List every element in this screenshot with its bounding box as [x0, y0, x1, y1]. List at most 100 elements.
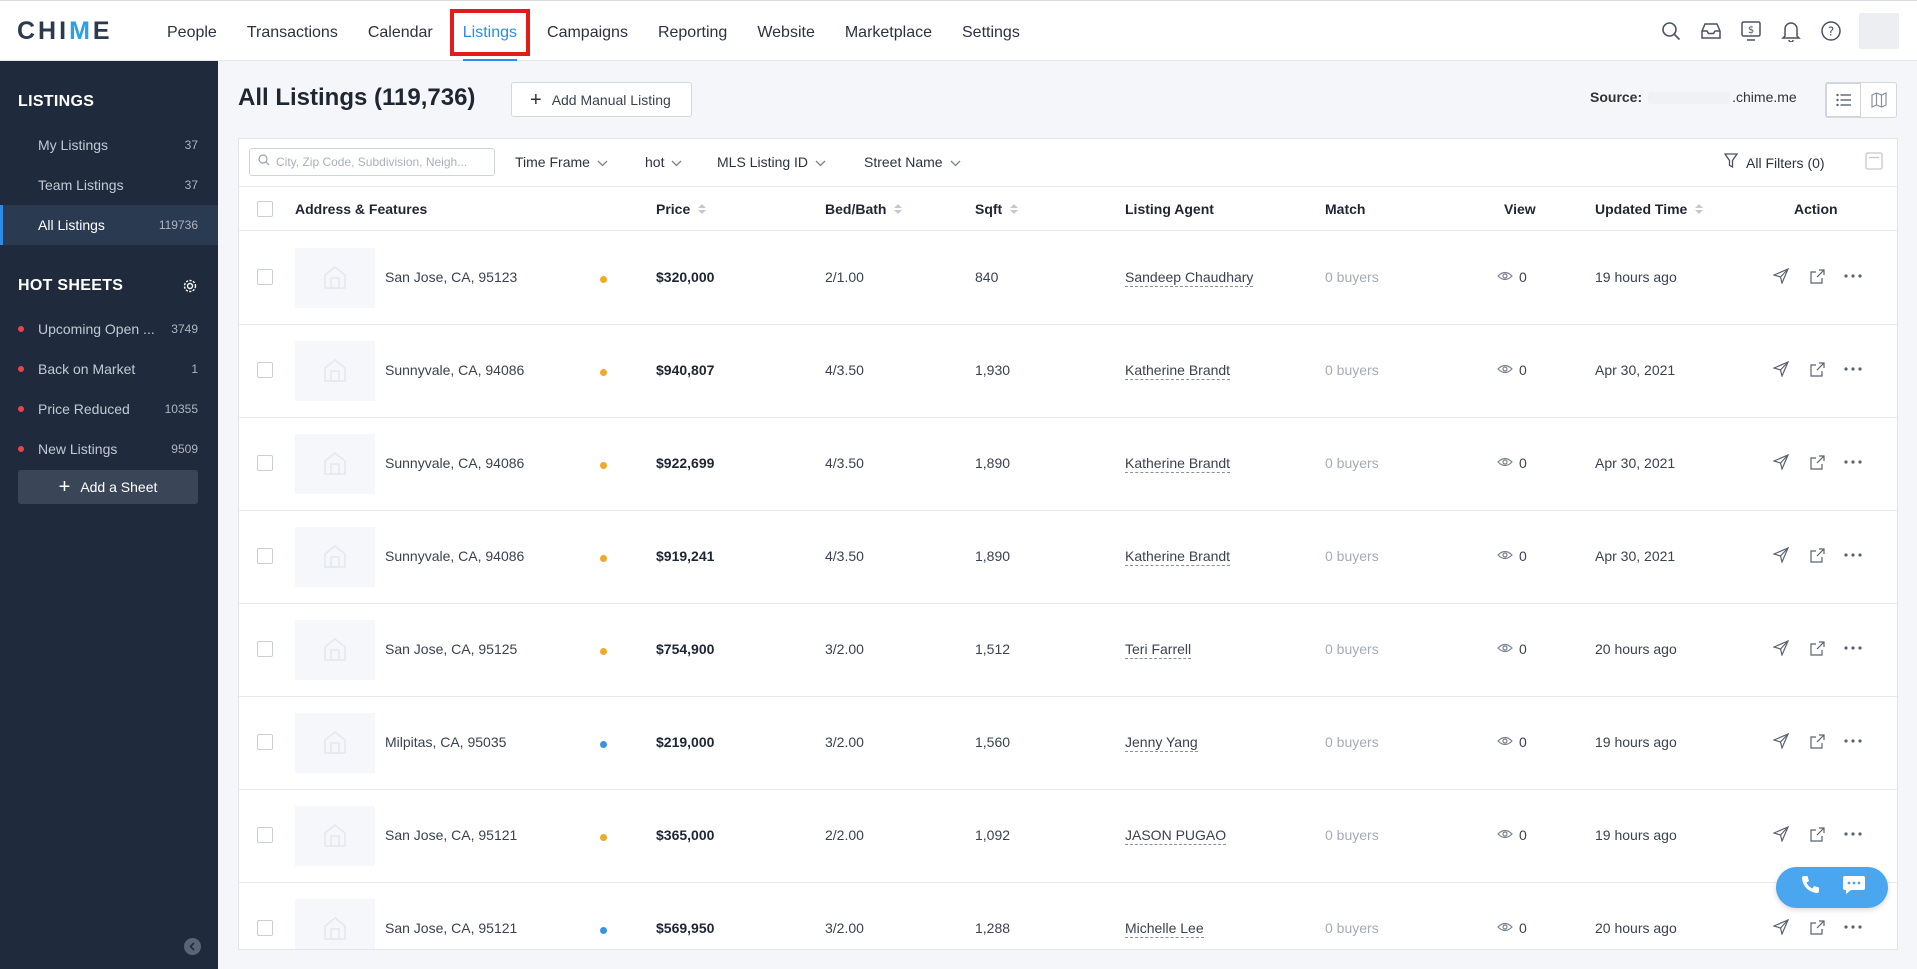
sidebar-item-price-reduced[interactable]: Price Reduced 10355	[0, 389, 218, 429]
listing-match[interactable]: 0 buyers	[1325, 362, 1379, 378]
all-filters-button[interactable]: All Filters (0)	[1723, 153, 1825, 172]
mls-id-dropdown[interactable]: MLS Listing ID	[717, 154, 826, 170]
row-checkbox[interactable]	[257, 269, 273, 285]
listing-thumbnail[interactable]	[295, 620, 375, 680]
more-icon[interactable]	[1843, 731, 1863, 751]
listing-address[interactable]: San Jose, CA, 95123	[385, 269, 517, 285]
send-icon[interactable]	[1771, 359, 1791, 379]
send-icon[interactable]	[1771, 452, 1791, 472]
listing-address[interactable]: San Jose, CA, 95121	[385, 827, 517, 843]
add-manual-listing-button[interactable]: + Add Manual Listing	[511, 82, 692, 117]
sidebar-item-team-listings[interactable]: Team Listings 37	[0, 165, 218, 205]
list-view-icon[interactable]	[1826, 83, 1861, 117]
inbox-icon[interactable]	[1699, 19, 1723, 43]
more-icon[interactable]	[1843, 917, 1863, 937]
gear-icon[interactable]	[182, 278, 198, 299]
listing-address[interactable]: Sunnyvale, CA, 94086	[385, 362, 524, 378]
listing-match[interactable]: 0 buyers	[1325, 641, 1379, 657]
listing-thumbnail[interactable]	[295, 713, 375, 773]
send-icon[interactable]	[1771, 266, 1791, 286]
listing-thumbnail[interactable]	[295, 248, 375, 308]
listing-address[interactable]: San Jose, CA, 95125	[385, 641, 517, 657]
table-row[interactable]: Milpitas, CA, 95035 $219,000 3/2.00 1,560 Je…	[239, 697, 1897, 790]
more-icon[interactable]	[1843, 545, 1863, 565]
nav-reporting[interactable]: Reporting	[658, 1, 727, 61]
phone-icon[interactable]	[1799, 874, 1821, 901]
avatar[interactable]	[1859, 13, 1899, 49]
search-icon[interactable]	[1659, 19, 1683, 43]
row-checkbox[interactable]	[257, 548, 273, 564]
search-input[interactable]	[276, 155, 486, 169]
listing-thumbnail[interactable]	[295, 806, 375, 866]
select-all-checkbox[interactable]	[257, 201, 273, 217]
table-row[interactable]: Sunnyvale, CA, 94086 $919,241 4/3.50 1,890 K…	[239, 511, 1897, 604]
row-checkbox[interactable]	[257, 362, 273, 378]
col-updated[interactable]: Updated Time	[1595, 201, 1704, 217]
listing-match[interactable]: 0 buyers	[1325, 827, 1379, 843]
share-icon[interactable]	[1807, 638, 1827, 658]
share-icon[interactable]	[1807, 266, 1827, 286]
listing-agent-link[interactable]: Katherine Brandt	[1125, 548, 1231, 566]
row-checkbox[interactable]	[257, 734, 273, 750]
map-view-icon[interactable]	[1861, 83, 1896, 117]
col-price[interactable]: Price	[656, 201, 707, 217]
more-icon[interactable]	[1843, 638, 1863, 658]
send-icon[interactable]	[1771, 545, 1791, 565]
listing-address[interactable]: Milpitas, CA, 95035	[385, 734, 506, 750]
chime-logo[interactable]: CHIME	[17, 17, 113, 46]
sidebar-item-all-listings[interactable]: All Listings 119736	[0, 205, 218, 245]
share-icon[interactable]	[1807, 359, 1827, 379]
nav-listings[interactable]: Listings	[449, 1, 531, 61]
row-checkbox[interactable]	[257, 827, 273, 843]
send-icon[interactable]	[1771, 824, 1791, 844]
nav-website[interactable]: Website	[757, 1, 815, 61]
listing-match[interactable]: 0 buyers	[1325, 920, 1379, 936]
table-row[interactable]: San Jose, CA, 95125 $754,900 3/2.00 1,512 Te…	[239, 604, 1897, 697]
share-icon[interactable]	[1807, 917, 1827, 937]
send-icon[interactable]	[1771, 731, 1791, 751]
listing-address[interactable]: Sunnyvale, CA, 94086	[385, 548, 524, 564]
help-icon[interactable]: ?	[1819, 19, 1843, 43]
row-checkbox[interactable]	[257, 641, 273, 657]
nav-settings[interactable]: Settings	[962, 1, 1020, 61]
table-row[interactable]: San Jose, CA, 95123 $320,000 2/1.00 840 Sand…	[239, 232, 1897, 325]
listing-thumbnail[interactable]	[295, 899, 375, 949]
listing-address[interactable]: San Jose, CA, 95121	[385, 920, 517, 936]
more-icon[interactable]	[1843, 824, 1863, 844]
listing-agent-link[interactable]: Sandeep Chaudhary	[1125, 269, 1254, 287]
sidebar-item-my-listings[interactable]: My Listings 37	[0, 125, 218, 165]
listing-thumbnail[interactable]	[295, 341, 375, 401]
sidebar-item-new-listings[interactable]: New Listings 9509	[0, 429, 218, 469]
listing-agent-link[interactable]: JASON PUGAO	[1125, 827, 1227, 845]
send-icon[interactable]	[1771, 638, 1791, 658]
share-icon[interactable]	[1807, 824, 1827, 844]
bell-icon[interactable]	[1779, 19, 1803, 43]
nav-people[interactable]: People	[167, 1, 217, 61]
sidebar-item-upcoming-open[interactable]: Upcoming Open ... 3749	[0, 309, 218, 349]
send-icon[interactable]	[1771, 917, 1791, 937]
listing-agent-link[interactable]: Katherine Brandt	[1125, 455, 1231, 473]
chat-icon[interactable]	[1842, 874, 1866, 901]
row-checkbox[interactable]	[257, 455, 273, 471]
listing-address[interactable]: Sunnyvale, CA, 94086	[385, 455, 524, 471]
table-row[interactable]: San Jose, CA, 95121 $365,000 2/2.00 1,092 JA…	[239, 790, 1897, 883]
nav-campaigns[interactable]: Campaigns	[547, 1, 628, 61]
sidebar-item-back-on-market[interactable]: Back on Market 1	[0, 349, 218, 389]
table-row[interactable]: Sunnyvale, CA, 94086 $940,807 4/3.50 1,930 K…	[239, 325, 1897, 418]
share-icon[interactable]	[1807, 545, 1827, 565]
collapse-sidebar-icon[interactable]	[184, 938, 201, 955]
listing-match[interactable]: 0 buyers	[1325, 548, 1379, 564]
listing-thumbnail[interactable]	[295, 434, 375, 494]
listing-agent-link[interactable]: Katherine Brandt	[1125, 362, 1231, 380]
time-frame-dropdown[interactable]: Time Frame	[515, 154, 608, 170]
table-row[interactable]: Sunnyvale, CA, 94086 $922,699 4/3.50 1,890 K…	[239, 418, 1897, 511]
street-name-dropdown[interactable]: Street Name	[864, 154, 961, 170]
listing-agent-link[interactable]: Teri Farrell	[1125, 641, 1192, 659]
nav-transactions[interactable]: Transactions	[247, 1, 338, 61]
more-icon[interactable]	[1843, 266, 1863, 286]
listing-thumbnail[interactable]	[295, 527, 375, 587]
add-sheet-button[interactable]: + Add a Sheet	[18, 470, 198, 504]
share-icon[interactable]	[1807, 731, 1827, 751]
listing-match[interactable]: 0 buyers	[1325, 734, 1379, 750]
listing-match[interactable]: 0 buyers	[1325, 455, 1379, 471]
